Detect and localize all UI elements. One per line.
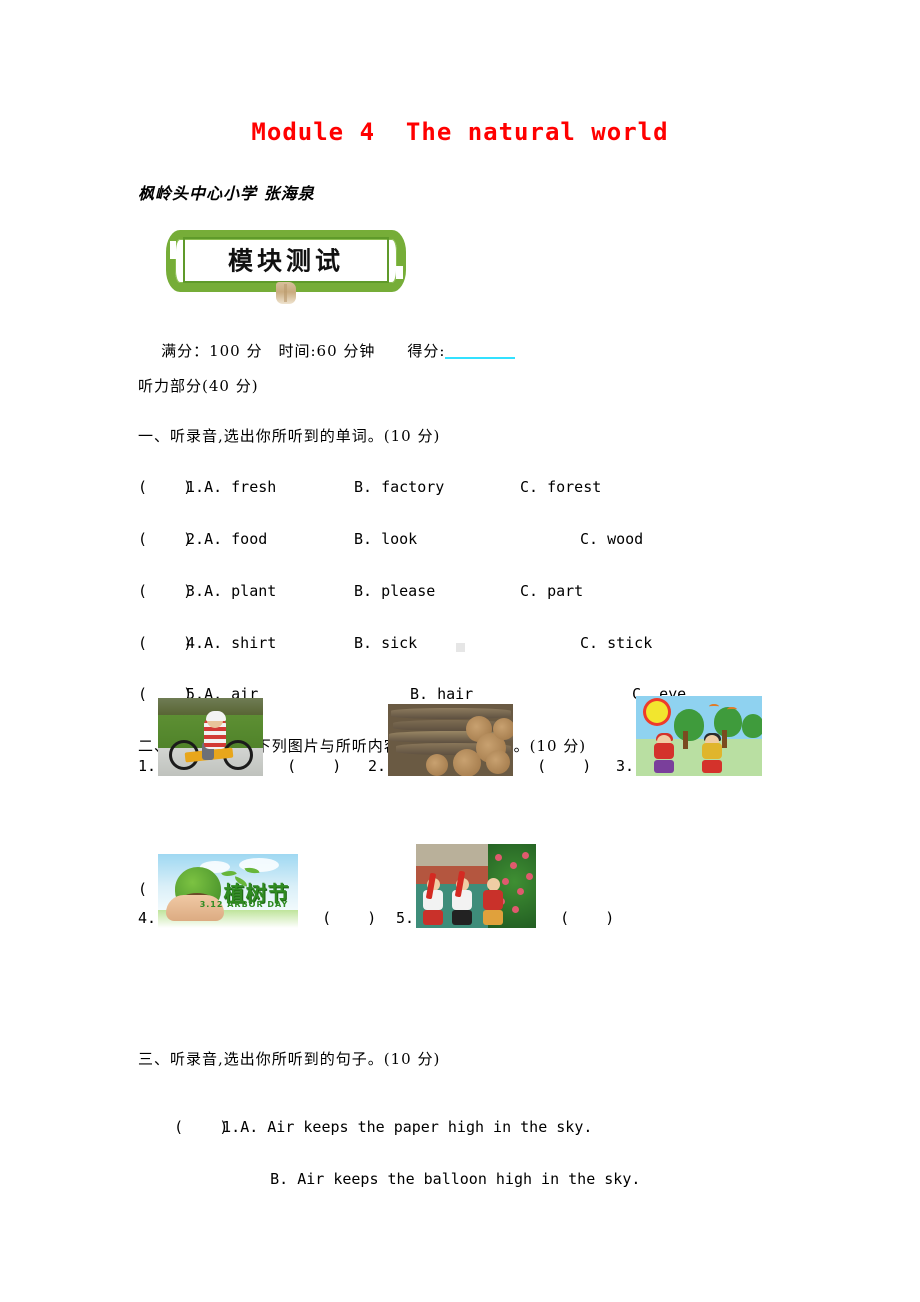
picture-question-item: 2. ( ) bbox=[368, 704, 591, 776]
option-a[interactable]: A. Air keeps the paper high in the sky. bbox=[240, 1118, 592, 1136]
question-image: 植树节 3.12 ARBOR DAY bbox=[158, 854, 299, 928]
answer-bracket[interactable]: ( ) bbox=[322, 911, 376, 928]
picture-question-item: 4. 植树节 3.12 ARBOR DAY ( ) bbox=[138, 854, 376, 928]
section-1-heading: 一、听录音,选出你所听到的单词。(10 分) bbox=[138, 427, 441, 445]
page-title: Module 4 The natural world bbox=[251, 118, 669, 146]
item-number: 1. bbox=[138, 757, 157, 775]
item-number: 5. bbox=[396, 909, 415, 927]
question-image bbox=[388, 704, 514, 776]
section-1-question-row: ( )3.A. plant B. please C. part bbox=[138, 582, 583, 600]
picture-question-item: 3. bbox=[616, 696, 763, 776]
answer-bracket[interactable]: ( ) bbox=[287, 759, 341, 776]
section-1-question-row: ( )4.A. shirt B. sick C. stick bbox=[138, 634, 652, 652]
item-number: 2. bbox=[368, 757, 387, 775]
item-number: 3. bbox=[616, 757, 635, 775]
illustration-art bbox=[416, 844, 537, 928]
answer-bracket[interactable]: ( ) bbox=[138, 478, 192, 496]
section-1-question-row: ( )2.A. food B. look C. wood bbox=[138, 530, 643, 548]
option-c[interactable]: C. part bbox=[520, 582, 583, 600]
banner-tag-icon bbox=[276, 282, 296, 304]
option-b[interactable]: B. sick bbox=[354, 634, 417, 652]
score-blank[interactable] bbox=[445, 345, 516, 359]
option-b[interactable]: B. Air keeps the balloon high in the sky… bbox=[270, 1170, 640, 1188]
document-page: Module 4 The natural world 枫岭头中心小学 张海泉 模… bbox=[0, 0, 920, 1302]
question-number: 3. bbox=[186, 582, 205, 600]
option-b[interactable]: B. please bbox=[354, 582, 435, 600]
section-3-question-1: ( )1.A. Air keeps the paper high in the … bbox=[138, 1100, 592, 1154]
answer-bracket[interactable]: ( ) bbox=[138, 530, 192, 548]
option-c[interactable]: C. wood bbox=[580, 530, 643, 548]
scan-artifact bbox=[456, 643, 465, 652]
module-test-banner: 模块测试 bbox=[166, 230, 406, 304]
score-line: 满分：100 分 时间:60 分钟 得分: bbox=[138, 322, 516, 379]
section-3-option-b-row: B. Air keeps the balloon high in the sky… bbox=[234, 1152, 640, 1206]
question-image bbox=[158, 698, 264, 776]
option-b[interactable]: B. hair bbox=[410, 685, 473, 703]
option-c[interactable]: C. stick bbox=[580, 634, 652, 652]
option-b[interactable]: B. look bbox=[354, 530, 417, 548]
byline: 枫岭头中心小学 张海泉 bbox=[138, 184, 315, 203]
picture-question-item: 1. ( ) bbox=[138, 698, 341, 776]
illustration-art bbox=[388, 704, 514, 776]
listening-part-heading: 听力部分(40 分) bbox=[138, 377, 259, 395]
question-image bbox=[416, 844, 537, 928]
illustration-art bbox=[158, 698, 264, 776]
question-number: 2. bbox=[186, 530, 205, 548]
question-number: 1. bbox=[222, 1118, 241, 1136]
option-b[interactable]: B. factory bbox=[354, 478, 444, 496]
answer-bracket[interactable]: ( ) bbox=[174, 1118, 228, 1136]
answer-bracket[interactable]: ( ) bbox=[537, 759, 591, 776]
question-number: 4. bbox=[186, 634, 205, 652]
picture-question-item: 5. ( ) bbox=[396, 844, 614, 928]
illustration-art bbox=[636, 696, 763, 776]
question-number: 1. bbox=[186, 478, 205, 496]
option-a[interactable]: A. shirt bbox=[204, 634, 276, 652]
item-number: 4. bbox=[138, 909, 157, 927]
illustration-art: 植树节 3.12 ARBOR DAY bbox=[158, 854, 299, 928]
answer-bracket[interactable]: ( ) bbox=[138, 582, 192, 600]
section-3-heading: 三、听录音,选出你所听到的句子。(10 分) bbox=[138, 1050, 441, 1068]
option-a[interactable]: A. food bbox=[204, 530, 267, 548]
question-image bbox=[636, 696, 763, 776]
answer-bracket[interactable]: ( ) bbox=[560, 911, 614, 928]
section-1-question-row: ( )1.A. fresh B. factory C. forest bbox=[138, 478, 601, 496]
option-c[interactable]: C. forest bbox=[520, 478, 601, 496]
score-line-text: 满分：100 分 时间:60 分钟 得分: bbox=[161, 342, 446, 360]
answer-bracket[interactable]: ( ) bbox=[138, 634, 192, 652]
option-a[interactable]: A. plant bbox=[204, 582, 276, 600]
banner-label: 模块测试 bbox=[227, 246, 344, 276]
option-a[interactable]: A. fresh bbox=[204, 478, 276, 496]
